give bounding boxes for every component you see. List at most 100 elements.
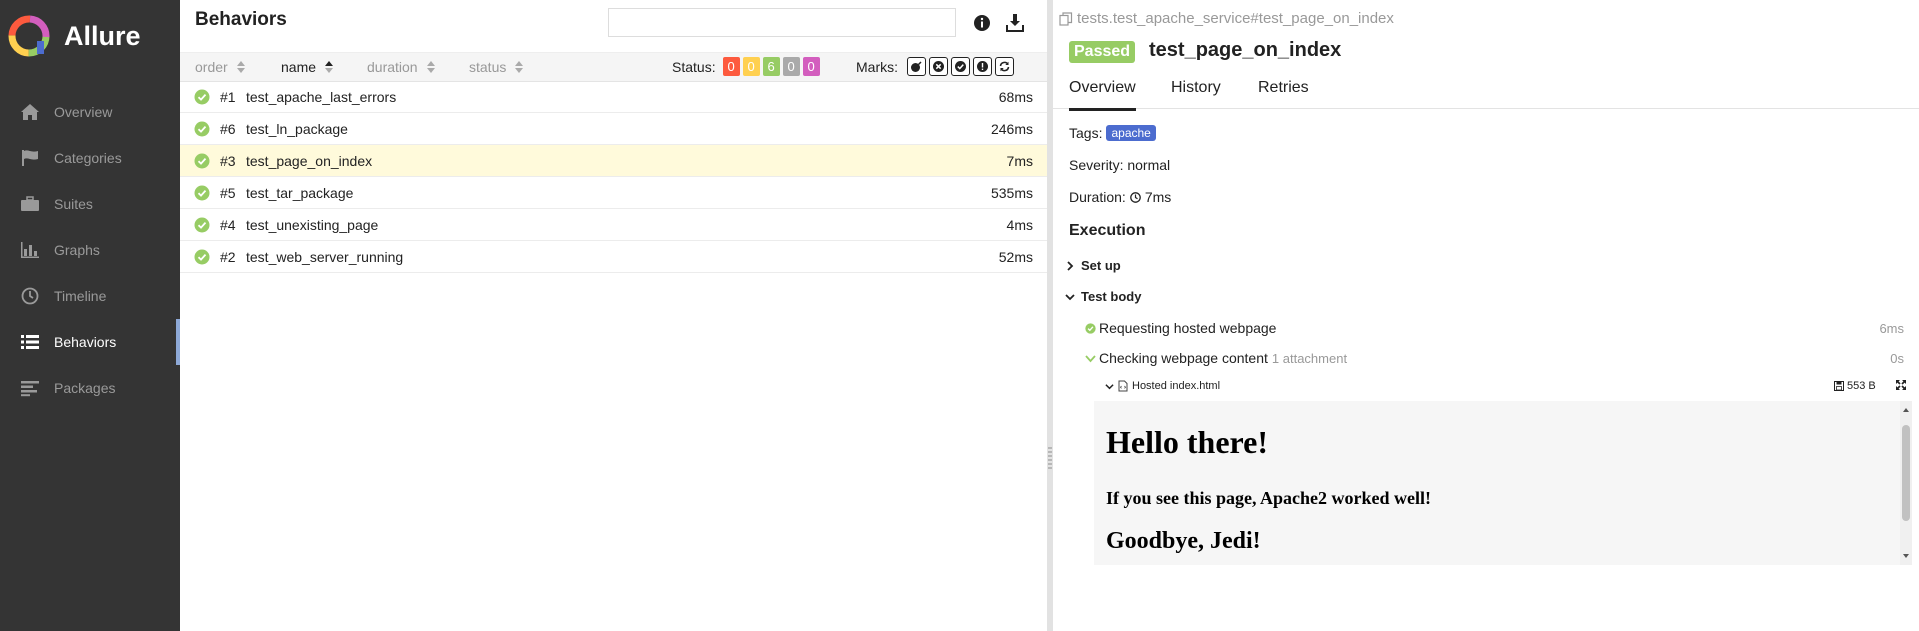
page-title: Behaviors <box>195 9 287 30</box>
clock-icon <box>1129 191 1141 203</box>
setup-section[interactable]: Set up <box>1065 258 1121 273</box>
chevron-down-icon <box>1065 293 1075 300</box>
test-name: test_web_server_running <box>246 248 404 265</box>
sort-icon <box>515 61 524 73</box>
sort-icon <box>426 61 435 73</box>
test-row[interactable]: #6 test_ln_package 246ms <box>180 113 1047 145</box>
preview-heading: Hello there! <box>1106 424 1269 460</box>
sidebar: Allure Overview Categories Suites Graphs <box>0 0 180 631</box>
test-duration: 4ms <box>1006 216 1033 233</box>
duration-row: Duration: 7ms <box>1069 189 1171 205</box>
clock-icon <box>18 286 42 306</box>
status-badge-skipped[interactable]: 0 <box>782 57 800 76</box>
step-duration: 6ms <box>1879 320 1904 336</box>
sort-label: order <box>195 59 228 75</box>
mark-new-failed-button[interactable] <box>929 57 948 76</box>
sidebar-item-behaviors[interactable]: Behaviors <box>0 319 180 365</box>
scroll-thumb[interactable] <box>1902 425 1910 521</box>
status-badge-failed[interactable]: 0 <box>722 57 740 76</box>
sidebar-item-categories[interactable]: Categories <box>0 135 180 181</box>
attachment-size: 553 B <box>1834 380 1876 392</box>
status-badge-unknown[interactable]: 0 <box>802 57 820 76</box>
sort-name[interactable]: name <box>281 59 334 75</box>
bomb-icon <box>911 61 922 72</box>
sort-status[interactable]: status <box>469 59 524 75</box>
chevron-right-icon <box>1067 260 1074 271</box>
passed-check-icon <box>1085 322 1096 334</box>
sidebar-item-timeline[interactable]: Timeline <box>0 273 180 319</box>
status-badge-broken[interactable]: 0 <box>742 57 760 76</box>
execution-heading: Execution <box>1069 222 1146 239</box>
test-name: test_apache_last_errors <box>246 88 397 105</box>
sidebar-item-overview[interactable]: Overview <box>0 89 180 135</box>
info-icon[interactable] <box>973 14 991 32</box>
save-icon <box>1834 381 1844 391</box>
test-name: test_tar_package <box>246 184 354 201</box>
sort-icon <box>236 61 245 73</box>
test-detail-pane: tests.test_apache_service#test_page_on_i… <box>1053 0 1919 631</box>
test-name: test_unexisting_page <box>246 216 379 233</box>
tab-overview[interactable]: Overview <box>1069 79 1136 111</box>
duration-value: 7ms <box>1144 189 1172 205</box>
sidebar-item-label: Timeline <box>54 288 107 304</box>
test-row[interactable]: #1 test_apache_last_errors 68ms <box>180 81 1047 113</box>
step-row[interactable]: Requesting hosted webpage 6ms <box>1085 320 1919 336</box>
breadcrumb: tests.test_apache_service#test_page_on_i… <box>1059 10 1394 27</box>
tag-badge: apache <box>1106 125 1156 141</box>
search-input[interactable] <box>608 8 956 37</box>
sort-order[interactable]: order <box>195 59 245 75</box>
flag-icon <box>18 148 42 168</box>
retry-icon <box>999 61 1010 72</box>
preview-scrollbar[interactable] <box>1900 401 1912 565</box>
scroll-down-arrow[interactable] <box>1903 554 1909 558</box>
test-title: test_page_on_index <box>1149 39 1342 61</box>
sort-asc-icon <box>325 61 334 73</box>
test-row[interactable]: #4 test_unexisting_page 4ms <box>180 209 1047 241</box>
test-body-section[interactable]: Test body <box>1065 289 1141 304</box>
preview-paragraph: If you see this page, Apache2 worked wel… <box>1106 488 1431 508</box>
test-order: #1 <box>220 88 236 105</box>
sidebar-nav: Overview Categories Suites Graphs Timeli… <box>0 89 180 411</box>
copy-icon[interactable] <box>1059 11 1073 26</box>
setup-label: Set up <box>1081 258 1121 273</box>
splitter-grip-icon[interactable] <box>1048 446 1052 472</box>
scroll-up-arrow[interactable] <box>1903 408 1909 412</box>
download-icon[interactable] <box>1005 13 1025 33</box>
sidebar-item-label: Behaviors <box>54 334 117 350</box>
status-badge-passed[interactable]: 6 <box>762 57 780 76</box>
test-row[interactable]: #2 test_web_server_running 52ms <box>180 241 1047 273</box>
test-row-selected[interactable]: #3 test_page_on_index 7ms <box>180 145 1047 177</box>
attachment-row[interactable]: Hosted index.html <box>1105 380 1220 392</box>
attachment-size-value: 553 B <box>1847 380 1876 392</box>
tab-retries[interactable]: Retries <box>1258 79 1309 108</box>
passed-check-icon <box>194 217 210 232</box>
mark-retries-button[interactable] <box>995 57 1014 76</box>
step-row[interactable]: Checking webpage content 1 attachment 0s <box>1085 350 1919 366</box>
brand[interactable]: Allure <box>8 14 141 58</box>
test-duration: 52ms <box>998 248 1033 265</box>
sidebar-item-label: Suites <box>54 196 93 212</box>
sidebar-item-graphs[interactable]: Graphs <box>0 227 180 273</box>
sidebar-item-packages[interactable]: Packages <box>0 365 180 411</box>
attachment-count: 1 attachment <box>1271 350 1348 366</box>
test-row[interactable]: #5 test_tar_package 535ms <box>180 177 1047 209</box>
test-order: #3 <box>220 152 236 169</box>
test-duration: 246ms <box>990 120 1033 137</box>
chevron-down-icon <box>1085 354 1096 362</box>
mark-new-passed-button[interactable] <box>951 57 970 76</box>
expand-icon[interactable] <box>1895 379 1907 391</box>
sidebar-item-label: Overview <box>54 104 113 120</box>
tab-history[interactable]: History <box>1171 79 1221 108</box>
sort-label: duration <box>367 59 418 75</box>
mark-new-broken-button[interactable] <box>973 57 992 76</box>
check-circle-icon <box>955 61 966 72</box>
sort-duration[interactable]: duration <box>367 59 435 75</box>
sidebar-item-suites[interactable]: Suites <box>0 181 180 227</box>
allure-logo-icon <box>8 15 50 57</box>
status-filter-label: Status: <box>672 58 716 75</box>
sidebar-item-label: Graphs <box>54 242 100 258</box>
test-duration: 535ms <box>990 184 1033 201</box>
sidebar-item-label: Categories <box>54 150 122 166</box>
mark-flaky-button[interactable] <box>907 57 926 76</box>
breadcrumb-text[interactable]: tests.test_apache_service#test_page_on_i… <box>1077 10 1394 27</box>
